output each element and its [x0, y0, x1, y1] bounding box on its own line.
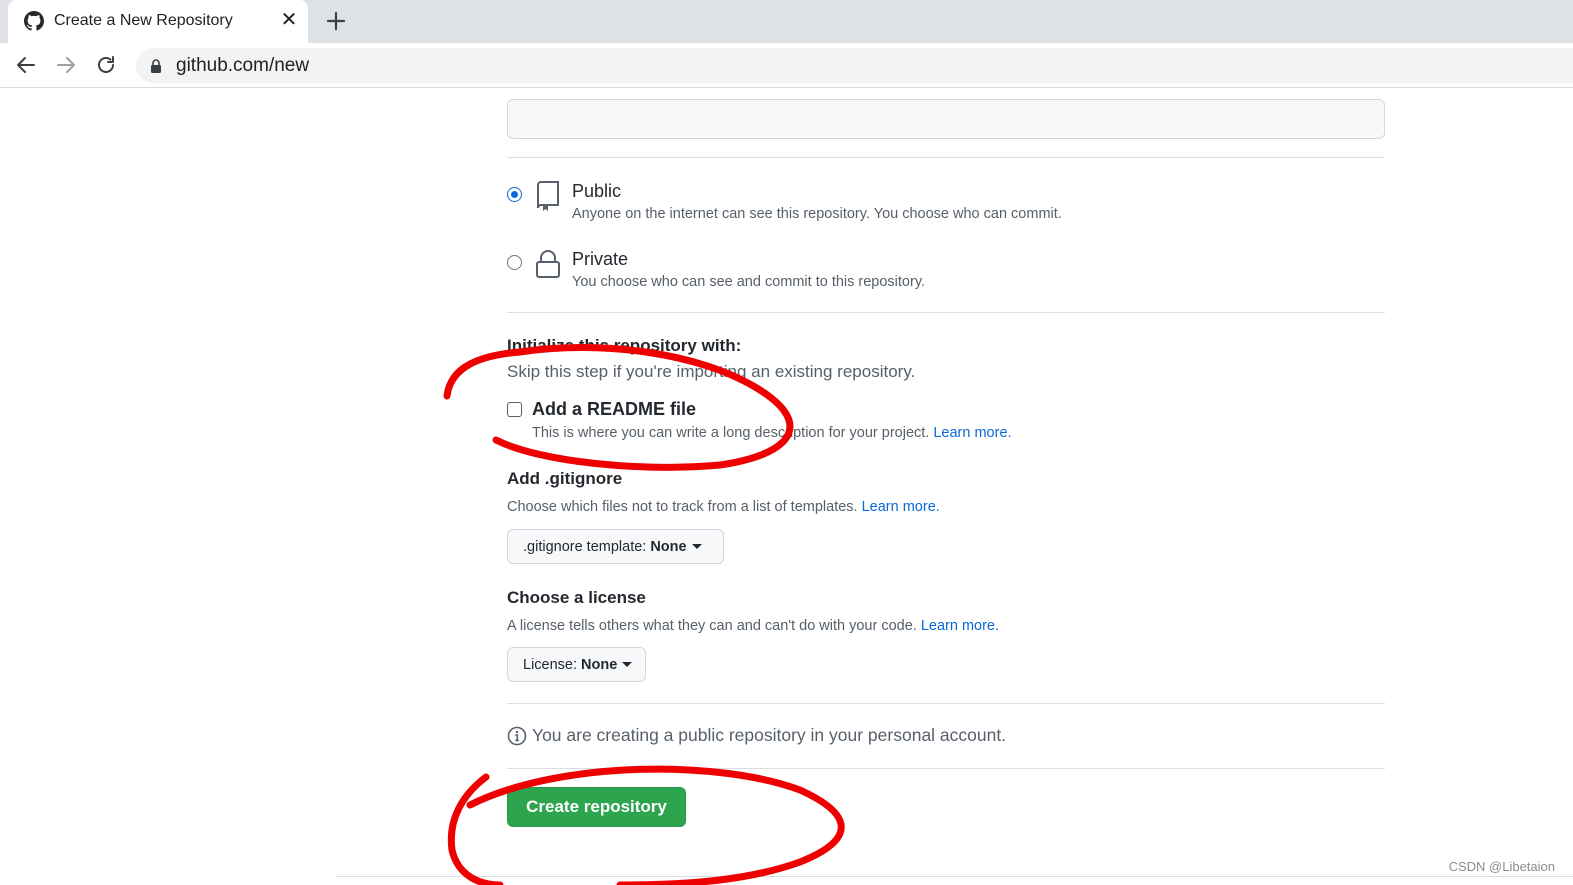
browser-tab[interactable]: Create a New Repository ✕ [8, 0, 308, 43]
divider [507, 703, 1385, 704]
license-heading: Choose a license [507, 588, 646, 607]
initialize-heading: Initialize this repository with: [507, 336, 742, 355]
forward-arrow-icon[interactable] [54, 53, 78, 77]
readme-checkbox[interactable] [507, 402, 522, 417]
private-radio[interactable] [507, 255, 522, 270]
url-text: github.com/new [176, 55, 310, 76]
divider [507, 157, 1385, 158]
browser-tab-strip: Create a New Repository ✕ [0, 0, 1573, 43]
license-select-prefix: License: [523, 656, 578, 673]
public-title: Public [572, 181, 622, 201]
private-title: Private [572, 249, 629, 269]
repo-book-icon [537, 181, 559, 211]
public-radio[interactable] [507, 187, 522, 202]
back-arrow-icon[interactable] [14, 53, 38, 77]
divider [507, 312, 1385, 313]
gitignore-description-text: Choose which files not to track from a l… [507, 499, 858, 515]
license-select[interactable]: License: None [507, 647, 646, 682]
watermark: CSDN @Libetaion [1448, 859, 1555, 874]
caret-down-icon [691, 544, 702, 549]
tab-title: Create a New Repository [54, 12, 233, 29]
create-repository-button[interactable]: Create repository [507, 787, 686, 827]
gitignore-learn-more-link[interactable]: Learn more. [862, 499, 940, 515]
gitignore-template-select[interactable]: .gitignore template: None [507, 529, 724, 564]
visibility-info-text: You are creating a public repository in … [532, 725, 1007, 745]
lock-icon [536, 250, 560, 278]
public-description: Anyone on the internet can see this repo… [572, 206, 1062, 222]
address-bar[interactable]: github.com/new [136, 48, 1573, 83]
readme-learn-more-link[interactable]: Learn more. [933, 425, 1011, 441]
gitignore-heading: Add .gitignore [507, 469, 623, 488]
gitignore-select-value: None [650, 538, 687, 555]
readme-description-text: This is where you can write a long descr… [532, 425, 930, 441]
description-input[interactable] [507, 99, 1385, 139]
tab-close-icon[interactable]: ✕ [278, 9, 300, 31]
new-tab-plus-icon[interactable] [323, 8, 349, 34]
caret-down-icon [622, 662, 633, 667]
gitignore-select-prefix: .gitignore template: [523, 538, 647, 555]
reload-icon[interactable] [94, 53, 118, 77]
browser-toolbar: github.com/new [0, 43, 1573, 88]
gitignore-description: Choose which files not to track from a l… [507, 499, 940, 515]
initialize-subtext: Skip this step if you're importing an ex… [507, 362, 916, 381]
footer-divider [335, 876, 1573, 877]
readme-description: This is where you can write a long descr… [532, 425, 1012, 441]
info-icon [507, 726, 527, 746]
github-logo-icon [24, 11, 44, 31]
divider [507, 768, 1385, 769]
readme-label[interactable]: Add a README file [532, 399, 696, 420]
license-learn-more-link[interactable]: Learn more. [921, 618, 999, 634]
license-select-value: None [581, 656, 618, 673]
license-description-text: A license tells others what they can and… [507, 618, 917, 634]
lock-icon[interactable] [150, 59, 162, 73]
description-label-partial [540, 84, 570, 90]
license-description: A license tells others what they can and… [507, 618, 999, 634]
private-description: You choose who can see and commit to thi… [572, 274, 926, 290]
